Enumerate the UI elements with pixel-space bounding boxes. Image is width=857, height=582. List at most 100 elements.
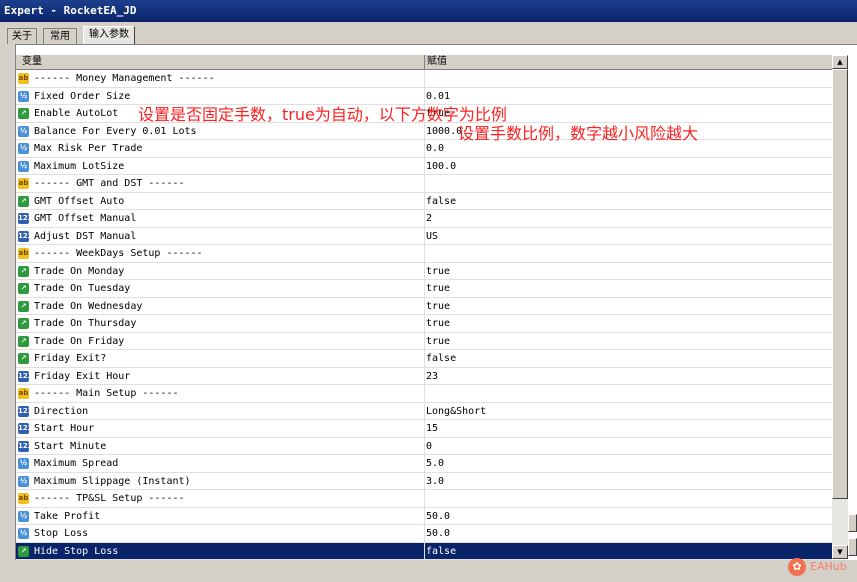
table-row[interactable]: 123 GMT Offset Manual 2 [16,210,832,228]
param-name: Trade On Friday [34,335,125,347]
table-row[interactable]: ab ------ TP&SL Setup ------ [16,490,832,508]
param-value[interactable]: true [426,280,450,297]
param-value[interactable]: 100.0 [426,158,456,175]
table-header: 变量 赋值 [16,55,832,70]
param-name: GMT Offset Manual [34,213,137,224]
table-row[interactable]: 123 Adjust DST Manual US [16,227,832,245]
table-row[interactable]: ↗ Friday Exit? false [16,350,832,368]
watermark: ✿ EAHub [786,556,856,578]
param-value[interactable]: true [426,263,450,280]
bool-type-icon: ↗ [18,353,29,364]
int-type-icon: 123 [18,440,33,452]
param-name: Take Profit [34,510,101,522]
param-value[interactable]: Long&Short [426,403,486,420]
scroll-thumb[interactable] [832,69,848,499]
string-type-icon: ab [18,73,29,84]
table-row[interactable]: ½ Maximum Spread 5.0 [16,455,832,473]
param-value[interactable]: false [426,543,456,560]
table-row[interactable]: ↗ GMT Offset Auto false [16,192,832,210]
param-name: Hide Stop Loss [34,545,119,557]
table-row[interactable]: ↗ Trade On Thursday true [16,315,832,333]
scroll-up-icon[interactable]: ▲ [832,55,848,69]
table-row[interactable]: 123 Direction Long&Short [16,402,832,420]
double-type-icon: ½ [18,160,29,172]
table-row[interactable]: ↗ Hide Stop Loss false [16,542,832,560]
param-name: Trade On Monday [34,265,125,277]
param-value[interactable]: US [426,228,438,245]
bool-type-icon: ↗ [18,283,29,294]
param-name: Balance For Every 0.01 Lots [34,125,197,137]
table-row[interactable]: ½ Maximum LotSize 100.0 [16,157,832,175]
param-name: ------ Money Management ------ [34,73,215,84]
table-row[interactable]: ½ Stop Loss 50.0 [16,525,832,543]
param-value[interactable]: 5.0 [426,455,444,472]
param-value[interactable]: 15 [426,420,438,437]
param-value[interactable]: true [426,298,450,315]
bool-type-icon: ↗ [18,335,29,347]
param-value[interactable]: 2 [426,210,432,227]
int-type-icon: 123 [18,423,33,434]
table-row[interactable]: ↗ Trade On Tuesday true [16,280,832,298]
param-name: Friday Exit? [34,353,107,364]
vertical-scrollbar[interactable]: ▲ ▼ [832,55,848,559]
string-type-icon: ab [18,493,29,504]
params-rows: ab ------ Money Management ------ ½ Fixed O… [16,70,832,560]
double-type-icon: ½ [18,528,29,539]
table-row[interactable]: 123 Start Hour 15 [16,420,832,438]
param-value[interactable]: false [426,350,456,367]
param-name: Direction [34,405,89,417]
table-row[interactable]: 123 Start Minute 0 [16,437,832,455]
param-value[interactable]: 23 [426,368,438,385]
param-name: Fixed Order Size [34,90,131,102]
table-row[interactable]: ½ Balance For Every 0.01 Lots 1000.0 [16,122,832,140]
param-value[interactable]: 0 [426,438,432,455]
table-row[interactable]: 123 Friday Exit Hour 23 [16,367,832,385]
table-row[interactable]: ½ Max Risk Per Trade 0.0 [16,140,832,158]
header-value[interactable]: 赋值 [427,55,447,69]
side-button[interactable] [848,538,857,556]
window-title: Expert - RocketEA_JD [0,0,857,22]
table-row[interactable]: ab ------ WeekDays Setup ------ [16,245,832,263]
watermark-text: EAHub [810,560,847,573]
tab-common[interactable]: 常用 [43,28,77,44]
table-row[interactable]: ab ------ Money Management ------ [16,70,832,88]
bool-type-icon: ↗ [18,318,29,329]
param-name: Stop Loss [34,528,89,539]
int-type-icon: 123 [18,370,33,382]
param-value[interactable]: true [426,315,450,332]
table-row[interactable]: ab ------ Main Setup ------ [16,385,832,403]
param-value[interactable]: 50.0 [426,508,450,525]
table-row[interactable]: ab ------ GMT and DST ------ [16,175,832,193]
bool-type-icon: ↗ [18,195,29,207]
param-name: Maximum Spread [34,458,119,469]
bool-type-icon: ↗ [18,108,29,119]
annotation-autolot: 设置是否固定手数，true为自动，以下方数字为比例 [138,105,507,124]
param-value[interactable]: false [426,193,456,210]
param-name: Start Hour [34,423,95,434]
side-button[interactable] [848,514,857,532]
param-name: ------ GMT and DST ------ [34,178,185,189]
param-value[interactable]: 1000.0 [426,123,462,140]
param-name: Max Risk Per Trade [34,143,143,154]
param-name: Maximum Slippage (Instant) [34,475,191,487]
tab-about[interactable]: 关于 [7,28,37,44]
table-row[interactable]: ½ Maximum Slippage (Instant) 3.0 [16,472,832,490]
bool-type-icon: ↗ [18,545,29,557]
param-name: Trade On Wednesday [34,300,143,312]
table-row[interactable]: ↗ Trade On Friday true [16,332,832,350]
string-type-icon: ab [18,248,29,259]
tab-input-params[interactable]: 输入参数 [83,26,135,45]
int-type-icon: 123 [18,213,33,224]
param-name: Maximum LotSize [34,160,125,172]
double-type-icon: ½ [18,90,29,102]
param-name: GMT Offset Auto [34,195,125,207]
param-value[interactable]: 3.0 [426,473,444,490]
param-value[interactable]: 50.0 [426,525,450,542]
table-row[interactable]: ↗ Trade On Wednesday true [16,297,832,315]
int-type-icon: 123 [18,230,33,242]
param-value[interactable]: 0.0 [426,140,444,157]
header-variable[interactable]: 变量 [22,55,42,69]
table-row[interactable]: ½ Take Profit 50.0 [16,507,832,525]
table-row[interactable]: ↗ Trade On Monday true [16,262,832,280]
param-value[interactable]: true [426,333,450,350]
